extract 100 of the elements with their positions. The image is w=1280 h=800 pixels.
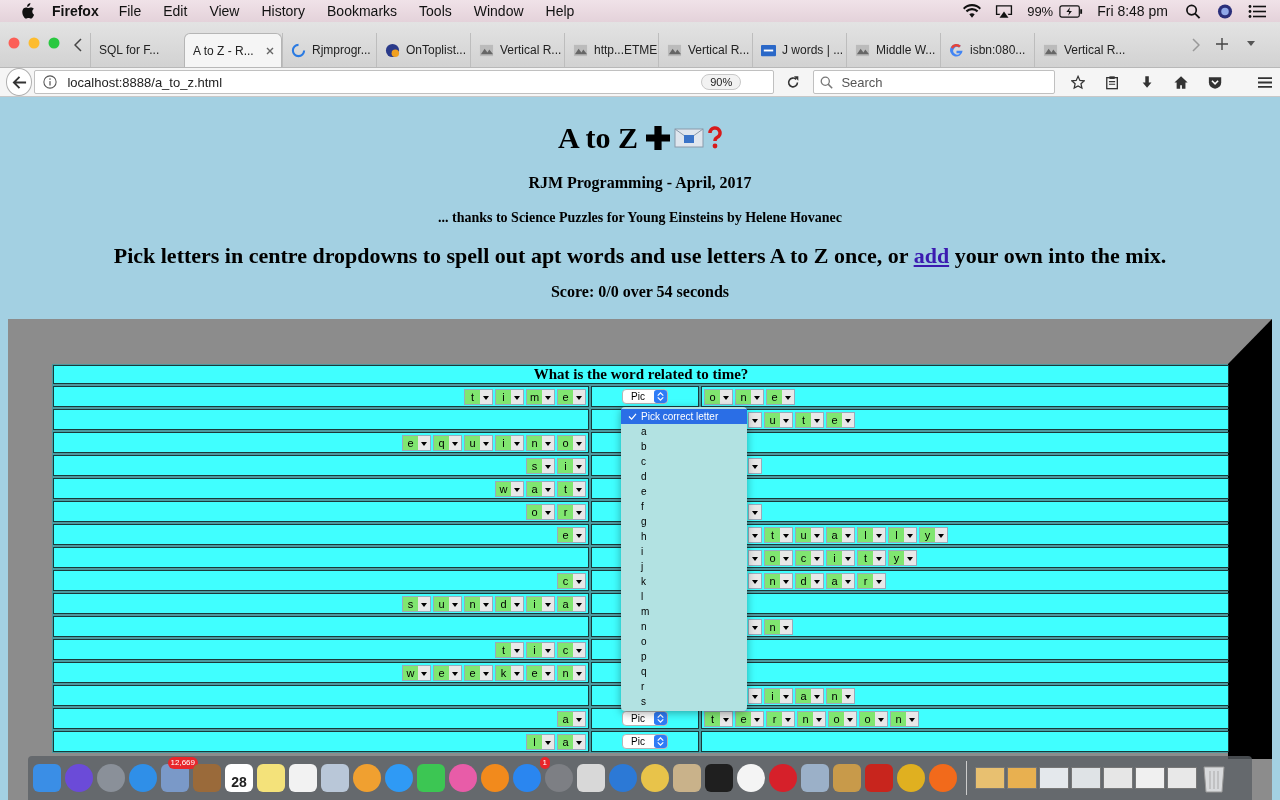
letter-select[interactable]: t [857,549,886,566]
letter-select[interactable]: y [888,549,917,566]
letter-select[interactable]: o [828,710,857,727]
address-bar[interactable]: localhost:8888/a_to_z.html 90% [34,70,775,94]
letter-select[interactable]: r [557,503,586,520]
letter-select[interactable]: n [464,595,493,612]
letter-select[interactable]: o [859,710,888,727]
app-menu[interactable]: Firefox [52,3,99,19]
app-icon[interactable] [321,764,349,792]
letter-select[interactable]: i [764,687,793,704]
close-icon[interactable] [265,45,275,56]
pick-select[interactable]: Pic [622,734,668,749]
letter-select[interactable]: a [557,595,586,612]
dropdown-option[interactable]: l [621,589,747,604]
app-icon[interactable] [641,764,669,792]
dropdown-option[interactable]: g [621,514,747,529]
browser-tab[interactable]: http...ETME [564,33,658,67]
letter-select[interactable]: a [526,480,555,497]
letter-select[interactable]: e [766,388,795,405]
letter-select[interactable]: u [464,434,493,451]
menu-item[interactable]: File [118,3,142,19]
window-thumbnail[interactable] [1007,767,1037,789]
scroll-left-icon[interactable] [74,38,82,52]
dropdown-option[interactable]: f [621,499,747,514]
letter-select[interactable]: e [826,411,855,428]
app-icon[interactable] [833,764,861,792]
info-icon[interactable] [43,75,58,89]
letter-select[interactable]: s [526,457,555,474]
browser-tab[interactable]: OnToplist... [376,33,470,67]
letter-select[interactable] [748,572,762,589]
dropdown-option[interactable]: m [621,604,747,619]
app-icon[interactable] [801,764,829,792]
letter-select[interactable]: l [526,733,555,750]
letter-select[interactable]: o [704,388,733,405]
browser-tab[interactable]: Vertical R... [1034,33,1128,67]
letter-select[interactable]: n [526,434,555,451]
letter-select[interactable]: q [433,434,462,451]
letter-select[interactable]: o [526,503,555,520]
letter-select[interactable]: i [495,434,524,451]
letter-select[interactable]: a [795,687,824,704]
window-thumbnail[interactable] [1135,767,1165,789]
dropdown-option[interactable]: d [621,469,747,484]
browser-tab[interactable]: Middle W... [846,33,940,67]
battery-icon[interactable] [1059,3,1084,19]
clipboard-icon[interactable] [1105,74,1120,90]
letter-select[interactable]: y [919,526,948,543]
zoom-level[interactable]: 90% [701,74,742,90]
window-controls-icon[interactable] [8,37,60,49]
letter-select[interactable]: i [526,595,555,612]
letter-select[interactable]: e [557,526,586,543]
letter-select[interactable]: k [495,664,524,681]
app-icon[interactable] [353,764,381,792]
dropdown-option[interactable]: o [621,634,747,649]
letter-select[interactable]: d [495,595,524,612]
app-icon[interactable] [289,764,317,792]
window-thumbnail[interactable] [975,767,1005,789]
letter-select[interactable]: n [826,687,855,704]
letter-select[interactable]: a [826,526,855,543]
dropdown-option[interactable]: Pick correct letter [621,409,747,424]
letter-select[interactable]: a [826,572,855,589]
letter-select[interactable]: c [795,549,824,566]
letter-select[interactable]: u [795,526,824,543]
dropdown-option[interactable]: e [621,484,747,499]
dropdown-option[interactable]: n [621,619,747,634]
menu-item[interactable]: Help [545,3,575,19]
letter-select[interactable]: s [402,595,431,612]
browser-tab[interactable]: Vertical R... [470,33,564,67]
letter-select[interactable]: i [557,457,586,474]
letter-select[interactable] [748,549,762,566]
bookmark-star-icon[interactable] [1071,74,1086,90]
letter-select[interactable]: u [433,595,462,612]
letter-select[interactable]: r [857,572,886,589]
letter-select[interactable]: i [495,388,524,405]
letter-select[interactable]: u [764,411,793,428]
back-button[interactable] [6,68,33,96]
letter-select[interactable]: t [764,526,793,543]
menu-item[interactable]: Tools [419,3,452,19]
letter-select[interactable]: i [526,641,555,658]
app-icon[interactable] [417,764,445,792]
browser-tab[interactable]: J words | ... [752,33,846,67]
dropdown-option[interactable]: c [621,454,747,469]
new-tab-icon[interactable] [1216,38,1228,50]
letter-select[interactable]: o [764,549,793,566]
letter-select[interactable]: e [526,664,555,681]
user-avatar-icon[interactable] [1216,3,1234,19]
letter-select[interactable]: d [795,572,824,589]
letter-select[interactable]: e [464,664,493,681]
calendar-icon[interactable]: 28 [225,764,253,792]
letter-select[interactable]: n [797,710,826,727]
menu-item[interactable]: Window [473,3,524,19]
app-icon[interactable] [257,764,285,792]
letter-select[interactable]: e [557,388,586,405]
dropdown-option[interactable]: r [621,679,747,694]
letter-select[interactable]: w [495,480,524,497]
letter-select[interactable]: e [402,434,431,451]
dropdown-option[interactable]: s [621,694,747,709]
trash-icon[interactable] [1202,763,1226,793]
letter-select[interactable]: n [735,388,764,405]
letter-select[interactable]: t [795,411,824,428]
app-icon[interactable] [897,764,925,792]
